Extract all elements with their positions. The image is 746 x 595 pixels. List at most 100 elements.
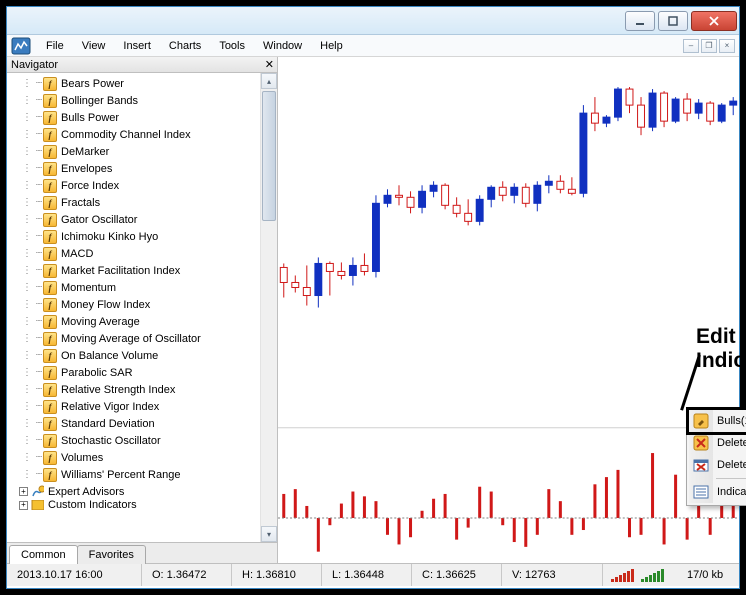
function-icon: f — [43, 230, 57, 244]
mdi-close-button[interactable]: × — [719, 39, 735, 53]
navigator-scrollbar[interactable]: ▴ ▾ — [260, 73, 277, 542]
tree-item[interactable]: ⋮ ┈fBollinger Bands — [9, 92, 260, 109]
maximize-icon — [668, 16, 678, 26]
mdi-minimize-button[interactable]: – — [683, 39, 699, 53]
close-icon — [708, 16, 720, 26]
function-icon: f — [43, 434, 57, 448]
tree-item[interactable]: ⋮ ┈fEnvelopes — [9, 160, 260, 177]
ctx-properties[interactable]: Bulls(13) properties... — [686, 407, 746, 435]
scroll-thumb[interactable] — [262, 91, 276, 221]
function-icon: f — [43, 145, 57, 159]
status-bar: 2013.10.17 16:00 O: 1.36472 H: 1.36810 L… — [7, 563, 739, 586]
status-high: H: 1.36810 — [232, 564, 322, 586]
tree-item[interactable]: ⋮ ┈fFractals — [9, 194, 260, 211]
tree-item[interactable]: ⋮ ┈fRelative Strength Index — [9, 381, 260, 398]
function-icon: f — [43, 298, 57, 312]
tree-item[interactable]: ⋮ ┈fForce Index — [9, 177, 260, 194]
status-volume: V: 12763 — [502, 564, 603, 586]
candlestick-chart — [278, 57, 739, 564]
function-icon: f — [43, 315, 57, 329]
mdi-restore-button[interactable]: ❐ — [701, 39, 717, 53]
tree-item[interactable]: ⋮ ┈fIchimoku Kinko Hyo — [9, 228, 260, 245]
custom-indicators-icon — [30, 500, 44, 510]
menu-bar: File View Insert Charts Tools Window Hel… — [7, 35, 739, 57]
function-icon: f — [43, 366, 57, 380]
maximize-button[interactable] — [658, 11, 688, 31]
minimize-button[interactable] — [625, 11, 655, 31]
tree-item[interactable]: ⋮ ┈fParabolic SAR — [9, 364, 260, 381]
menu-help[interactable]: Help — [311, 37, 352, 55]
menu-charts[interactable]: Charts — [160, 37, 210, 55]
function-icon: f — [43, 383, 57, 397]
tree-item[interactable]: ⋮ ┈fRelative Vigor Index — [9, 398, 260, 415]
function-icon: f — [43, 417, 57, 431]
menu-view[interactable]: View — [73, 37, 115, 55]
tree-expert-advisors[interactable]: +Expert Advisors — [9, 483, 260, 500]
menu-tools[interactable]: Tools — [210, 37, 254, 55]
function-icon: f — [43, 332, 57, 346]
menu-file[interactable]: File — [37, 37, 73, 55]
context-menu: Bulls(13) properties... Delete Indicator… — [686, 407, 746, 506]
delete-icon — [693, 435, 709, 451]
navigator-close-button[interactable]: ✕ — [265, 58, 274, 71]
function-icon: f — [43, 213, 57, 227]
wrench-icon — [693, 413, 709, 429]
window-title-bar — [7, 7, 739, 35]
navigator-header: Navigator ✕ — [7, 57, 277, 73]
status-low: L: 1.36448 — [322, 564, 412, 586]
list-icon — [693, 484, 709, 500]
menu-window[interactable]: Window — [254, 37, 311, 55]
close-button[interactable] — [691, 11, 737, 31]
scroll-down-button[interactable]: ▾ — [261, 526, 277, 542]
tree-item[interactable]: ⋮ ┈fOn Balance Volume — [9, 347, 260, 364]
tree-item[interactable]: ⋮ ┈fVolumes — [9, 449, 260, 466]
function-icon: f — [43, 281, 57, 295]
ctx-delete-window-label: Delete Indicator Window — [717, 459, 746, 471]
status-datetime: 2013.10.17 16:00 — [7, 564, 142, 586]
tree-item[interactable]: ⋮ ┈fMACD — [9, 245, 260, 262]
ctx-delete-window[interactable]: Delete Indicator Window — [689, 454, 746, 476]
tree-item[interactable]: ⋮ ┈fCommodity Channel Index — [9, 126, 260, 143]
function-icon: f — [43, 179, 57, 193]
tree-item[interactable]: ⋮ ┈fWilliams' Percent Range — [9, 466, 260, 483]
expert-advisors-icon — [30, 485, 44, 499]
tree-item[interactable]: ⋮ ┈fMoving Average — [9, 313, 260, 330]
menu-insert[interactable]: Insert — [114, 37, 160, 55]
status-open: O: 1.36472 — [142, 564, 232, 586]
navigator-tabs: Common Favorites — [7, 542, 277, 563]
tree-item[interactable]: ⋮ ┈fGator Oscillator — [9, 211, 260, 228]
tree-item[interactable]: ⋮ ┈fMarket Facilitation Index — [9, 262, 260, 279]
function-icon: f — [43, 400, 57, 414]
tree-item[interactable]: ⋮ ┈fBulls Power — [9, 109, 260, 126]
tab-common[interactable]: Common — [9, 545, 78, 564]
app-icon — [11, 37, 31, 55]
function-icon: f — [43, 349, 57, 363]
ctx-properties-label: Bulls(13) properties... — [717, 415, 746, 427]
function-icon: f — [43, 128, 57, 142]
function-icon: f — [43, 111, 57, 125]
tree-item[interactable]: ⋮ ┈fMoving Average of Oscillator — [9, 330, 260, 347]
function-icon: f — [43, 77, 57, 91]
ctx-indicators-list[interactable]: Indicators List Ctrl+I — [689, 481, 746, 503]
tree-item[interactable]: ⋮ ┈fMomentum — [9, 279, 260, 296]
function-icon: f — [43, 247, 57, 261]
function-icon: f — [43, 451, 57, 465]
tree-custom-indicators[interactable]: +Custom Indicators — [9, 500, 260, 510]
tree-item[interactable]: ⋮ ┈fDeMarker — [9, 143, 260, 160]
function-icon: f — [43, 162, 57, 176]
function-icon: f — [43, 196, 57, 210]
chart-area[interactable]: Edit Indicator Bulls(13) properties... D… — [278, 57, 739, 563]
tree-item[interactable]: ⋮ ┈fBears Power — [9, 75, 260, 92]
scroll-up-button[interactable]: ▴ — [261, 73, 277, 89]
function-icon: f — [43, 468, 57, 482]
tree-item[interactable]: ⋮ ┈fStochastic Oscillator — [9, 432, 260, 449]
tree-item[interactable]: ⋮ ┈fMoney Flow Index — [9, 296, 260, 313]
minimize-icon — [635, 16, 645, 26]
navigator-tree[interactable]: ⋮ ┈fBears Power⋮ ┈fBollinger Bands⋮ ┈fBu… — [7, 73, 260, 542]
ctx-delete-indicator[interactable]: Delete Indicator — [689, 432, 746, 454]
navigator-panel: Navigator ✕ ⋮ ┈fBears Power⋮ ┈fBollinger… — [7, 57, 278, 563]
function-icon: f — [43, 94, 57, 108]
navigator-title: Navigator — [11, 59, 58, 71]
tree-item[interactable]: ⋮ ┈fStandard Deviation — [9, 415, 260, 432]
tab-favorites[interactable]: Favorites — [77, 545, 146, 564]
